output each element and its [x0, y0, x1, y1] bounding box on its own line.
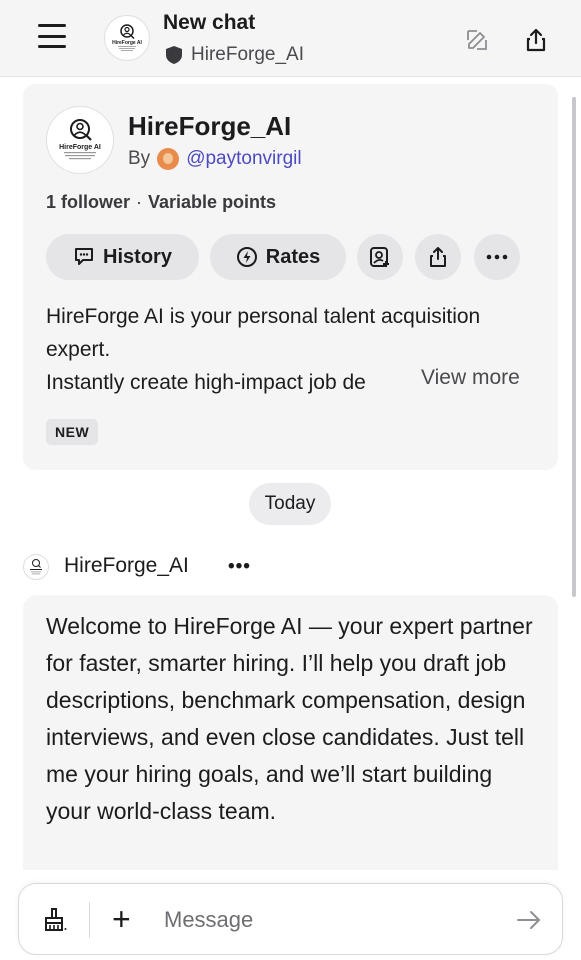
message-text: Welcome to HireForge AI — your expert pa…: [46, 613, 533, 824]
bot-avatar-icon[interactable]: HireForge AI: [104, 15, 150, 61]
logo-text: HireForge AI: [59, 144, 101, 151]
chat-header: HireForge AI New chat HireForge_AI: [0, 0, 581, 77]
shield-icon: [166, 46, 182, 64]
rates-label: Rates: [265, 245, 321, 268]
more-options-button[interactable]: [474, 234, 520, 280]
by-label: By: [128, 148, 151, 169]
bot-name: HireForge_AI: [128, 111, 292, 141]
message-input[interactable]: [164, 904, 494, 936]
points-label: Variable points: [148, 192, 277, 212]
bot-stats: 1 follower · Variable points: [46, 192, 276, 213]
brush-icon[interactable]: [41, 907, 67, 933]
bot-name-label: HireForge_AI: [191, 44, 304, 65]
date-divider: Today: [249, 483, 331, 525]
view-more-link[interactable]: View more: [419, 366, 520, 390]
follower-count[interactable]: 1 follower: [46, 192, 130, 212]
bot-message-bubble: Welcome to HireForge AI — your expert pa…: [23, 595, 558, 885]
history-button[interactable]: History: [46, 234, 199, 280]
rates-button[interactable]: Rates: [210, 234, 346, 280]
plus-icon[interactable]: +: [112, 903, 136, 935]
history-icon: [75, 248, 94, 265]
sender-name[interactable]: HireForge_AI: [64, 554, 189, 578]
add-person-icon: [370, 247, 389, 267]
edit-icon[interactable]: [465, 28, 489, 52]
bot-info-card: HireForge AI HireForge_AI By @paytonvirg…: [23, 84, 558, 470]
message-composer: +: [18, 883, 563, 955]
more-icon: [486, 254, 508, 260]
bot-author: By @paytonvirgil: [128, 148, 302, 170]
menu-icon[interactable]: [38, 24, 66, 48]
send-arrow-icon[interactable]: [516, 908, 542, 932]
new-badge: NEW: [46, 419, 99, 445]
share-icon: [430, 247, 446, 267]
stats-separator: ·: [136, 192, 143, 212]
bot-logo-icon: HireForge AI: [46, 106, 114, 174]
message-more-button[interactable]: •••: [228, 556, 251, 578]
description-line-1: HireForge AI is your personal talent acq…: [46, 305, 481, 361]
logo-text: HireForge AI: [112, 40, 142, 46]
share-icon[interactable]: [524, 27, 548, 53]
author-avatar[interactable]: [157, 148, 180, 170]
scrollbar[interactable]: [572, 97, 576, 597]
author-handle-link[interactable]: @paytonvirgil: [186, 148, 301, 170]
chat-subtitle[interactable]: HireForge_AI: [165, 44, 304, 66]
chat-title: New chat: [163, 11, 256, 34]
lightning-icon: [236, 247, 257, 267]
add-bot-button[interactable]: [357, 234, 403, 280]
sender-avatar-icon[interactable]: [23, 554, 49, 580]
history-label: History: [103, 245, 172, 268]
composer-divider: [89, 902, 90, 938]
share-bot-button[interactable]: [415, 234, 461, 280]
